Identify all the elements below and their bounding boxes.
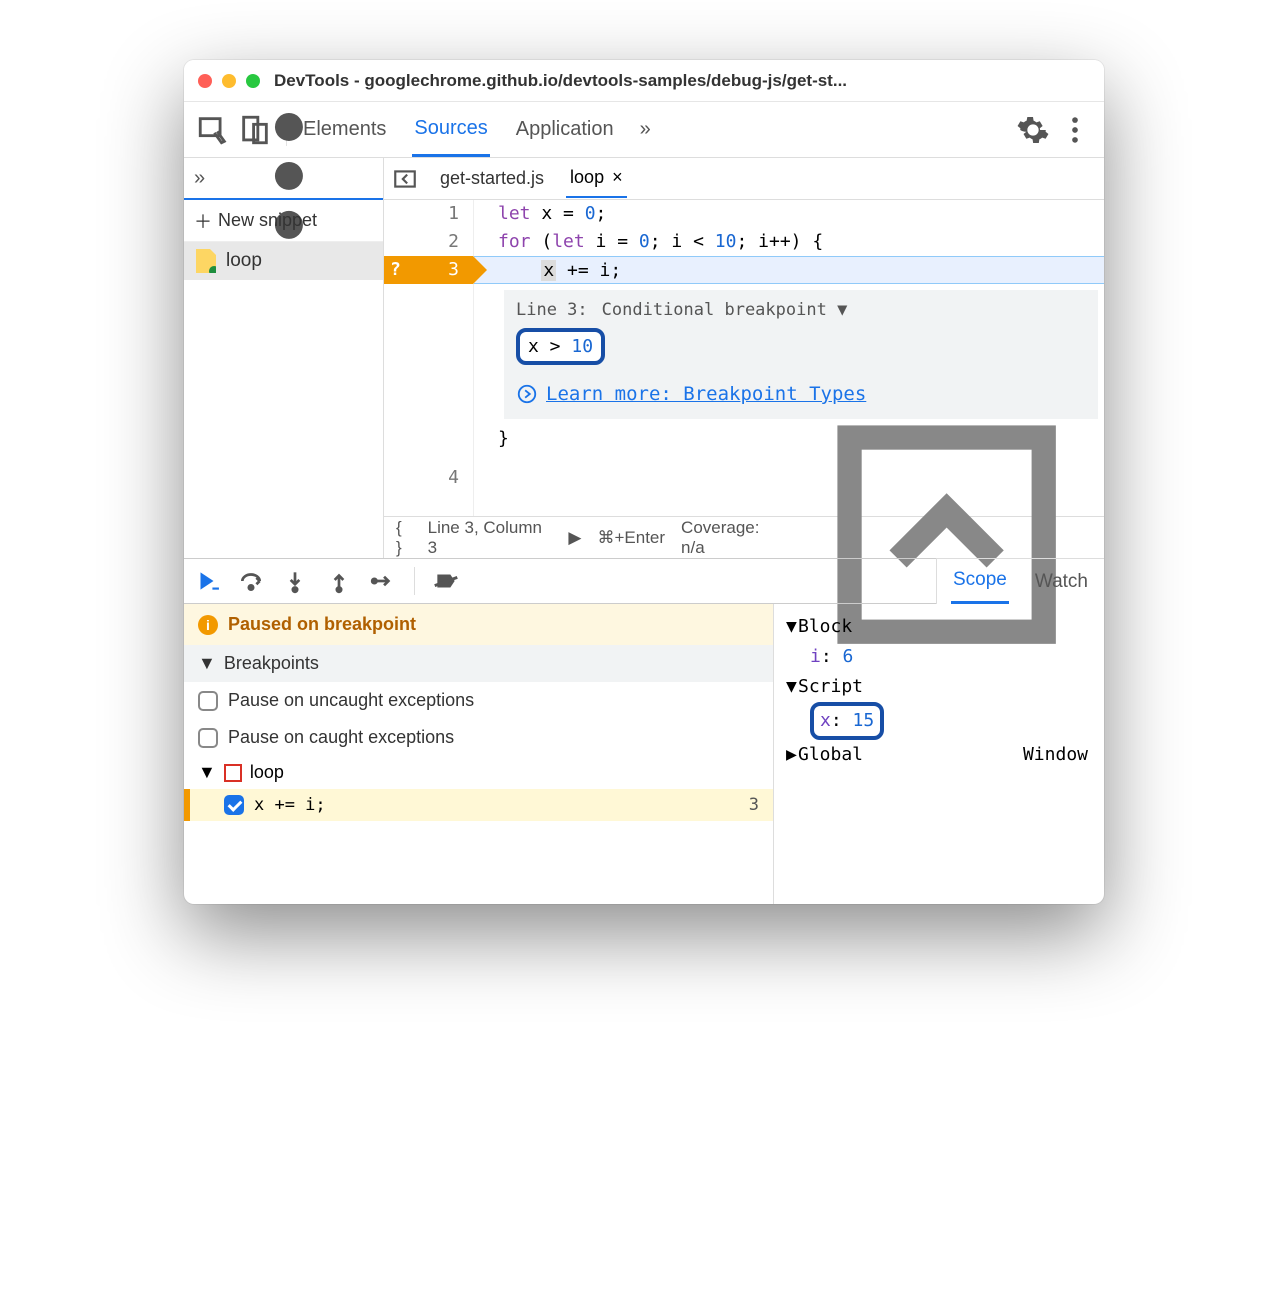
step-into-icon[interactable] — [282, 568, 308, 594]
editor-pane: get-started.js loop × 1 2 ? 3 4 — [384, 158, 1104, 558]
line-number: 3 — [448, 259, 459, 280]
bp-line-label: Line 3: — [516, 300, 588, 320]
code-line: let x = 0; — [474, 200, 1104, 228]
new-snippet-button[interactable]: ＋ New snippet — [184, 200, 383, 242]
breakpoint-file-row[interactable]: ▼ loop — [184, 756, 773, 789]
run-hint: ⌘+Enter — [597, 528, 665, 548]
pause-uncaught-label: Pause on uncaught exceptions — [228, 690, 474, 711]
breakpoints-label: Breakpoints — [224, 653, 319, 674]
breakpoint-file-name: loop — [250, 762, 284, 783]
breakpoint-marker[interactable]: ? 3 — [384, 256, 473, 284]
line-number: 4 — [384, 464, 473, 492]
scope-tabs: Scope Watch — [936, 558, 1104, 604]
line-number: 2 — [384, 228, 473, 256]
cursor-position: Line 3, Column 3 — [428, 518, 553, 558]
line-number: 1 — [384, 200, 473, 228]
zoom-icon[interactable] — [246, 74, 260, 88]
snippet-name: loop — [226, 250, 262, 272]
resume-icon[interactable] — [194, 568, 220, 594]
caret-down-icon: ▼ — [198, 762, 216, 783]
divider — [414, 567, 415, 595]
tab-scope[interactable]: Scope — [951, 559, 1009, 604]
pause-uncaught-row[interactable]: Pause on uncaught exceptions — [184, 682, 773, 719]
tab-watch[interactable]: Watch — [1033, 561, 1090, 603]
breakpoint-code: x += i; — [254, 795, 326, 815]
gutter: 1 2 ? 3 4 — [384, 200, 474, 516]
code-line-paused: x += i; — [474, 256, 1104, 284]
nav-left-icon[interactable] — [392, 166, 418, 192]
file-icon — [224, 764, 242, 782]
info-icon: i — [198, 615, 218, 635]
kebab-icon[interactable] — [1058, 113, 1092, 147]
global-value: Window — [1023, 740, 1088, 770]
step-icon[interactable] — [370, 568, 396, 594]
new-snippet-label: New snippet — [218, 210, 317, 231]
bp-condition-input[interactable]: x > 10 — [516, 328, 605, 365]
paused-banner: i Paused on breakpoint — [184, 604, 773, 645]
sidebar-header: » — [184, 158, 383, 200]
breakpoints-section[interactable]: ▼ Breakpoints — [184, 645, 773, 682]
editor-tabs: get-started.js loop × — [384, 158, 1104, 200]
step-out-icon[interactable] — [326, 568, 352, 594]
more-tabs-icon[interactable]: » — [640, 118, 651, 141]
window-title: DevTools - googlechrome.github.io/devtoo… — [274, 71, 1090, 91]
debugger-toolbar — [184, 558, 936, 604]
breakpoint-editor-header: Line 3: Conditional breakpoint ▼ — [516, 300, 1086, 320]
pause-caught-row[interactable]: Pause on caught exceptions — [184, 719, 773, 756]
paused-text: Paused on breakpoint — [228, 614, 416, 635]
scope-script[interactable]: ▼Script — [786, 672, 1092, 702]
play-icon[interactable]: ▶ — [568, 528, 581, 548]
minimize-icon[interactable] — [222, 74, 236, 88]
step-over-icon[interactable] — [238, 568, 264, 594]
checkbox[interactable] — [198, 691, 218, 711]
deactivate-breakpoints-icon[interactable] — [433, 568, 459, 594]
debugger-lower: i Paused on breakpoint ▼ Breakpoints Pau… — [184, 604, 1104, 904]
tab-application[interactable]: Application — [514, 104, 616, 155]
plus-icon: ＋ — [194, 208, 212, 234]
scope-block[interactable]: ▼Block — [786, 612, 1092, 642]
scope-prop-x: x: 15 — [786, 702, 1092, 740]
navigator-sidebar: » ＋ New snippet loop — [184, 158, 384, 558]
conditional-marker-icon: ? — [390, 256, 401, 284]
snippet-list: loop — [184, 242, 383, 558]
pause-caught-label: Pause on caught exceptions — [228, 727, 454, 748]
scope-global[interactable]: ▶Global Window — [786, 740, 1092, 770]
debugger-left: i Paused on breakpoint ▼ Breakpoints Pau… — [184, 604, 774, 904]
caret-down-icon: ▼ — [198, 653, 216, 674]
checkbox-checked[interactable] — [224, 795, 244, 815]
coverage-label: Coverage: n/a — [681, 518, 785, 558]
code-line: for (let i = 0; i < 10; i++) { — [474, 228, 1104, 256]
close-icon[interactable] — [198, 74, 212, 88]
editor-tab-label: loop — [570, 167, 604, 188]
snippet-item-loop[interactable]: loop — [184, 242, 383, 280]
scope-body: ▼Block i: 6 ▼Script x: 15 ▶Global Window — [774, 604, 1104, 778]
editor-tab-loop[interactable]: loop × — [566, 159, 627, 198]
gear-icon[interactable] — [1016, 113, 1050, 147]
editor-statusbar: { } Line 3, Column 3 ▶ ⌘+Enter Coverage:… — [384, 516, 1104, 558]
arrow-circle-icon — [516, 383, 538, 405]
traffic-lights — [198, 74, 260, 88]
scope-panel: ▼Block i: 6 ▼Script x: 15 ▶Global Window — [774, 604, 1104, 904]
close-icon[interactable]: × — [612, 167, 623, 188]
bp-type-dropdown[interactable]: Conditional breakpoint ▼ — [602, 300, 848, 320]
breakpoint-entry[interactable]: x += i; 3 — [184, 789, 773, 821]
scope-prop-i: i: 6 — [786, 642, 1092, 672]
tab-sources[interactable]: Sources — [412, 103, 489, 157]
snippet-icon — [196, 249, 216, 273]
pretty-print-icon[interactable]: { } — [396, 518, 412, 558]
more-nav-icon[interactable]: » — [194, 167, 205, 190]
breakpoint-line: 3 — [749, 795, 759, 815]
editor-tab-getstarted[interactable]: get-started.js — [436, 160, 548, 197]
checkbox[interactable] — [198, 728, 218, 748]
devtools-window: DevTools - googlechrome.github.io/devtoo… — [184, 60, 1104, 904]
main-split: » ＋ New snippet loop get-s — [184, 158, 1104, 558]
